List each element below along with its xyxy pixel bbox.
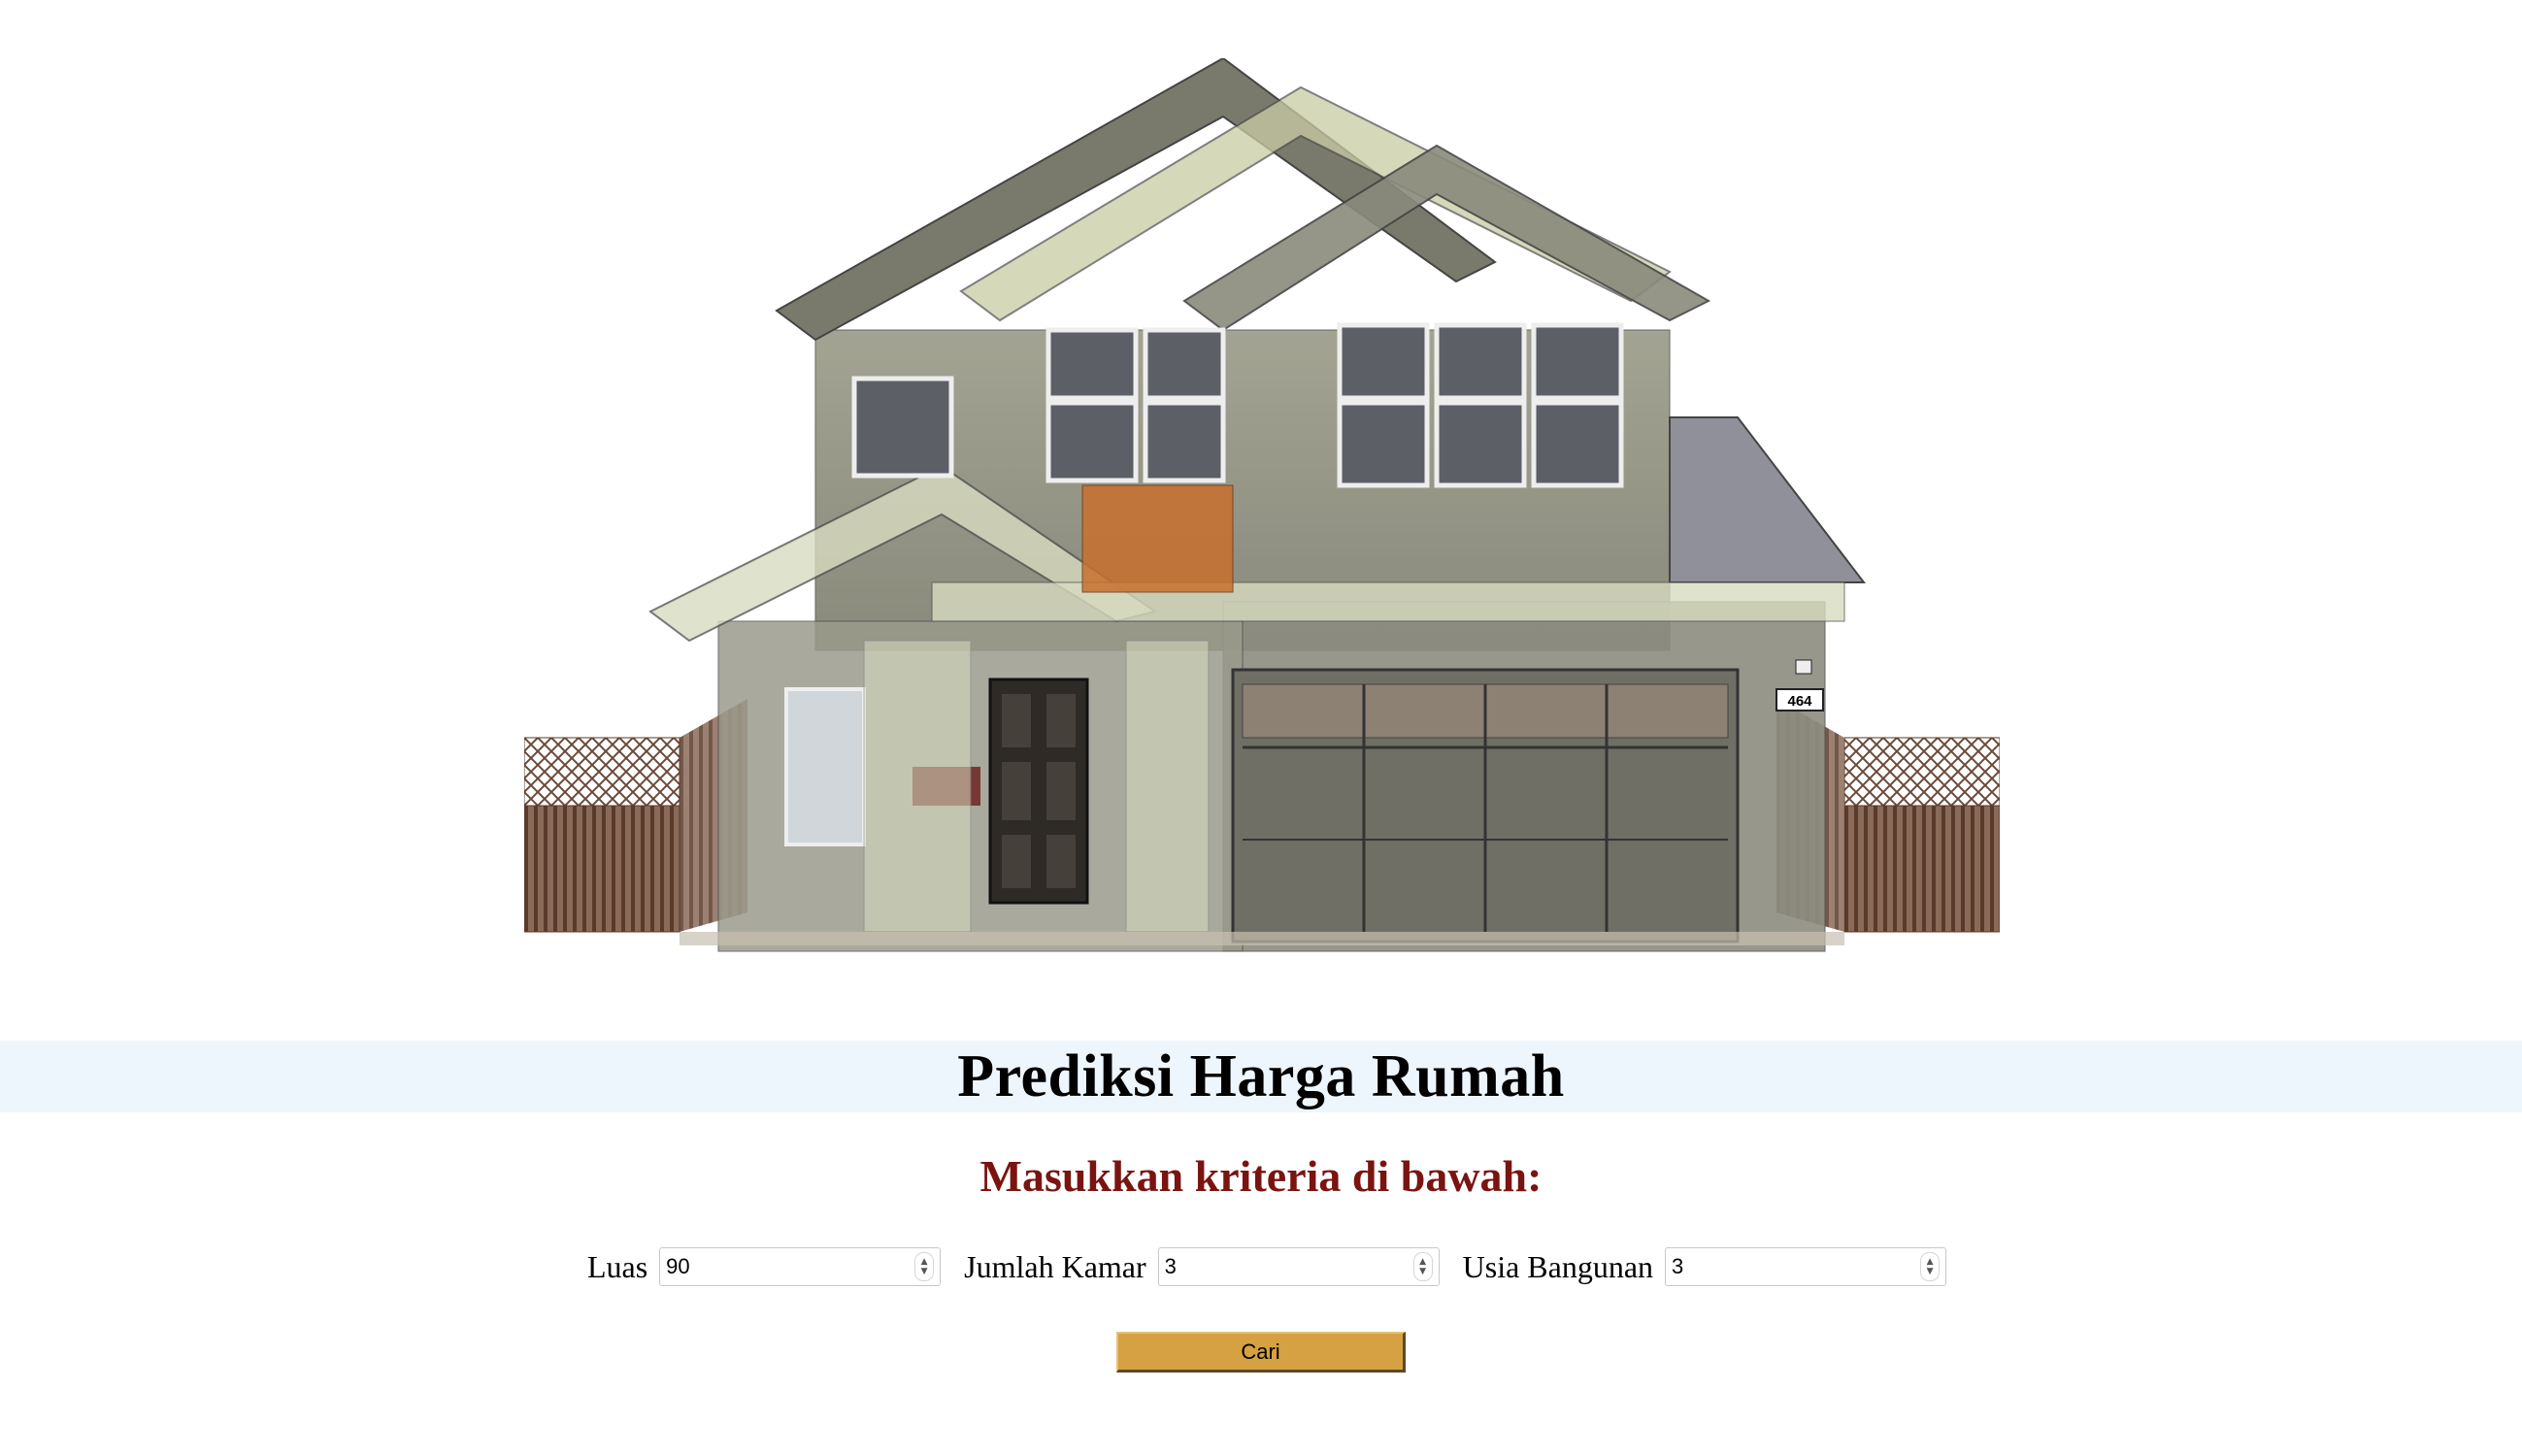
jumlah-kamar-value: 3	[1164, 1254, 1177, 1278]
usia-bangunan-label: Usia Bangunan	[1462, 1248, 1654, 1284]
page: 464 Prediksi Harga Rumah Masukkan kriter…	[0, 0, 2522, 1456]
page-title: Prediksi Harga Rumah	[957, 1042, 1565, 1109]
left-fence	[524, 699, 747, 933]
usia-bangunan-input[interactable]: 3 ▲ ▼	[1665, 1247, 1947, 1286]
up-down-spinner-icon[interactable]: ▲ ▼	[914, 1252, 935, 1281]
jumlah-kamar-label: Jumlah Kamar	[964, 1248, 1146, 1284]
title-band: Prediksi Harga Rumah	[0, 1041, 2522, 1112]
luas-value: 90	[666, 1254, 690, 1278]
up-down-spinner-icon[interactable]: ▲ ▼	[1920, 1252, 1941, 1281]
criteria-form: Luas 90 ▲ ▼ Jumlah Kamar 3 ▲ ▼ Usia Bangun…	[0, 1247, 2522, 1286]
garage-door	[1231, 668, 1740, 943]
house-illustration: 464	[524, 58, 2000, 980]
jumlah-kamar-input[interactable]: 3 ▲ ▼	[1157, 1247, 1440, 1286]
luas-input[interactable]: 90 ▲ ▼	[659, 1247, 942, 1286]
up-down-spinner-icon[interactable]: ▲ ▼	[1412, 1252, 1433, 1281]
submit-row: Cari	[0, 1332, 2522, 1373]
form-subtitle: Masukkan kriteria di bawah:	[979, 1151, 1543, 1201]
luas-label: Luas	[586, 1248, 648, 1284]
house-number: 464	[1787, 693, 1812, 710]
usia-bangunan-value: 3	[1672, 1254, 1684, 1278]
cari-button[interactable]: Cari	[1116, 1332, 1406, 1373]
front-door	[988, 678, 1089, 905]
